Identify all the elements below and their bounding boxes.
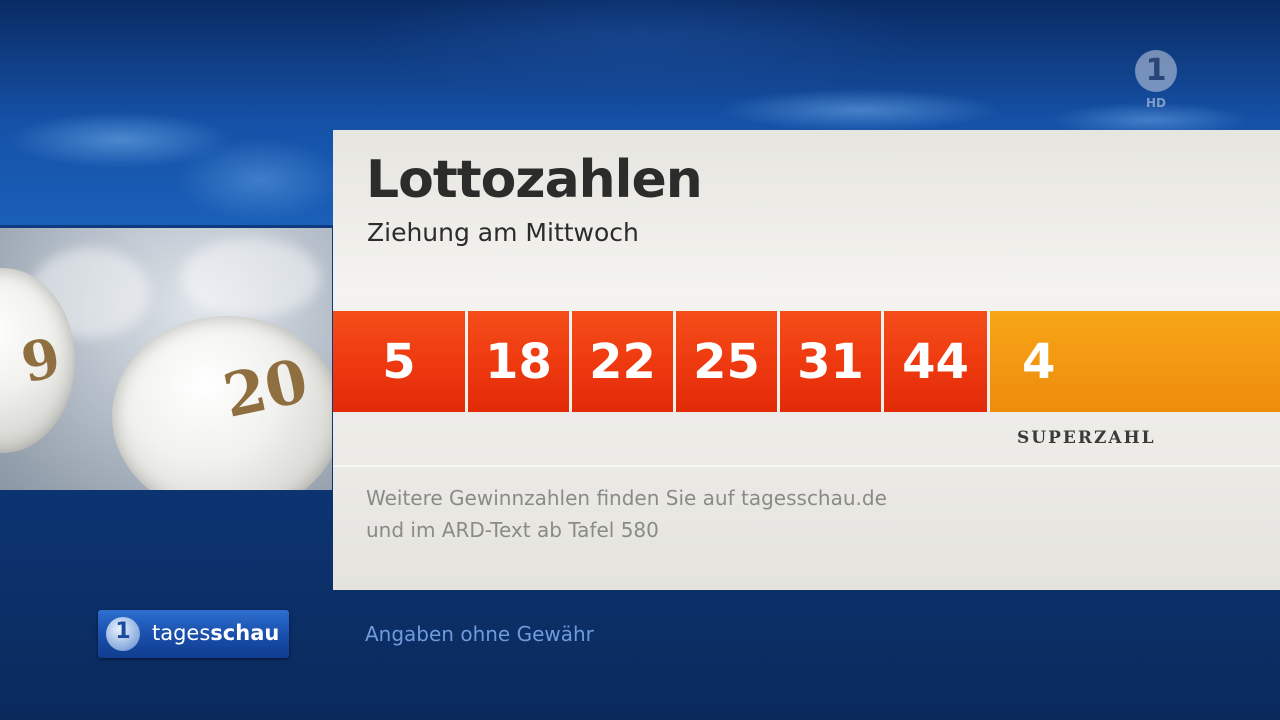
tagesschau-logo: 1 tagesschau xyxy=(98,610,289,658)
winning-number: 5 xyxy=(333,311,465,412)
lottery-ball: 20 xyxy=(112,316,332,490)
superzahl-number: 4 xyxy=(990,311,1280,412)
info-line: Weitere Gewinnzahlen finden Sie auf tage… xyxy=(366,486,887,510)
lottery-balls-image: 9 20 xyxy=(0,228,332,490)
superzahl-label: SUPERZAHL xyxy=(1017,428,1156,448)
ard-one-icon: 1 xyxy=(106,617,140,651)
lotto-results-panel: Lottozahlen Ziehung am Mittwoch 5 18 22 … xyxy=(333,130,1280,590)
info-line: und im ARD-Text ab Tafel 580 xyxy=(366,518,659,542)
winning-number: 25 xyxy=(676,311,777,412)
ball-number: 9 xyxy=(15,324,66,396)
hd-badge: HD xyxy=(1146,96,1167,110)
winning-number: 18 xyxy=(468,311,569,412)
winning-number: 31 xyxy=(780,311,881,412)
tagesschau-wordmark: tagesschau xyxy=(152,621,279,645)
winning-number: 22 xyxy=(572,311,673,412)
disclaimer-text: Angaben ohne Gewähr xyxy=(365,622,594,646)
wordmark-light: tages xyxy=(152,621,211,645)
wordmark-bold: schau xyxy=(210,621,280,645)
panel-subtitle: Ziehung am Mittwoch xyxy=(367,218,639,247)
winning-number: 44 xyxy=(884,311,987,412)
das-erste-hd-logo: 1 HD xyxy=(1132,50,1182,110)
divider xyxy=(333,465,1280,467)
panel-title: Lottozahlen xyxy=(366,150,703,210)
ball-number: 20 xyxy=(217,346,314,432)
winning-numbers-row: 5 18 22 25 31 44 4 xyxy=(333,311,1280,412)
info-text: Weitere Gewinnzahlen finden Sie auf tage… xyxy=(366,482,887,546)
